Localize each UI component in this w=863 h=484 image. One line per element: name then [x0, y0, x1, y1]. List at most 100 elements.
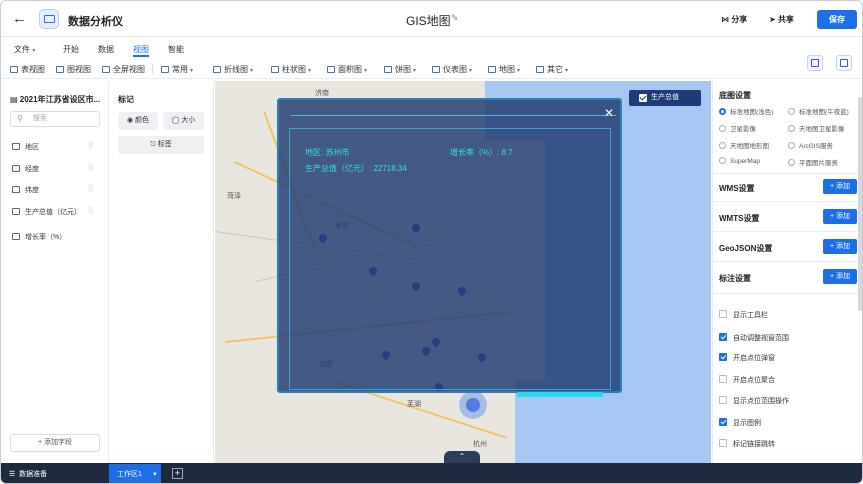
gauge-chart-button[interactable]: 仪表图 ▾: [432, 64, 472, 75]
option-show-toolbar[interactable]: 显示工具栏: [719, 310, 768, 320]
popup-growth-rate: 增长率（%）: 8.7: [450, 148, 513, 157]
size-icon: ◯: [171, 117, 182, 124]
close-icon[interactable]: ✕: [604, 106, 614, 120]
dataset-title[interactable]: ▤ 2021年江苏省设区市...: [10, 94, 100, 105]
option-range-action[interactable]: 显示点位范围操作: [719, 396, 789, 406]
option-auto-fit[interactable]: 自动调整视窗范围: [719, 333, 789, 343]
table-icon: [10, 66, 18, 73]
wms-add-button[interactable]: + 添加: [823, 179, 857, 194]
field-search-input[interactable]: 搜索: [10, 111, 100, 127]
divider: [712, 231, 860, 232]
popup-divider: [291, 115, 616, 116]
basemap-option[interactable]: 天地图卫星影像: [788, 123, 845, 133]
basemap-option[interactable]: 标准地图(午夜蓝): [788, 106, 849, 116]
marker-settings-title: 标注设置: [719, 274, 751, 283]
pie-chart-button[interactable]: 饼图 ▾: [384, 64, 416, 75]
basemap-option[interactable]: 标准地图(浅色): [719, 106, 773, 116]
basemap-option[interactable]: SuperMap: [719, 157, 760, 165]
basemap-settings-title: 底图设置: [719, 91, 751, 100]
data-prep-tab[interactable]: ☰ 数据准备: [9, 469, 47, 479]
left-panel-toggle-icon[interactable]: [807, 55, 823, 71]
geojson-settings-title: GeoJSON设置: [719, 244, 773, 253]
option-link-jump[interactable]: 标记链接跳转: [719, 439, 775, 449]
bar-chart-icon: ░: [88, 142, 93, 149]
bar-chart-icon: ░: [88, 185, 93, 192]
menu-smart[interactable]: 智能: [168, 44, 184, 55]
marks-title: 标记: [118, 95, 134, 104]
mark-color-button[interactable]: ◉ 颜色: [118, 112, 158, 130]
app-window: ← 数据分析仪 GIS地图 ✎ ⋈ 分享 ➤ 共享 保存 文件 ▾ 开始 数据 …: [0, 0, 863, 484]
save-button[interactable]: 保存: [817, 10, 857, 29]
menu-active-indicator: [133, 55, 149, 57]
menu-file[interactable]: 文件 ▾: [14, 44, 35, 55]
chart-view-button[interactable]: 图视图: [56, 64, 91, 75]
basemap-option[interactable]: ArcGIS服务: [788, 140, 833, 150]
city-label: 杭州: [473, 441, 487, 448]
field-region[interactable]: 地区: [12, 142, 39, 152]
table-view-button[interactable]: 表视图: [10, 64, 45, 75]
add-field-button[interactable]: + 添加字段: [10, 434, 100, 452]
palette-icon: ◉: [126, 117, 136, 124]
field-latitude[interactable]: 纬度: [12, 185, 39, 195]
basemap-option[interactable]: 平面图片服务: [788, 157, 838, 167]
option-show-legend[interactable]: 显示图例: [719, 418, 761, 428]
right-panel-toggle-icon[interactable]: [836, 55, 852, 71]
map-legend-toggle[interactable]: 生产总值: [629, 90, 701, 106]
chart-icon: [56, 66, 64, 73]
legend-checkbox-icon: [639, 94, 647, 102]
bar-chart-button[interactable]: 柱状图 ▾: [271, 64, 311, 75]
wms-settings-title: WMS设置: [719, 184, 755, 193]
fullscreen-view-button[interactable]: 全屏视图: [102, 64, 145, 75]
marker-cluster[interactable]: [459, 391, 487, 419]
marker-add-button[interactable]: + 添加: [823, 269, 857, 284]
expand-up-icon[interactable]: ⌃: [444, 451, 480, 463]
pie-chart-icon: [384, 66, 392, 73]
divider: [712, 261, 860, 262]
menu-bar: 文件 ▾ 开始 数据 视图 智能: [1, 38, 862, 58]
basemap-option[interactable]: 天地图地形图: [719, 140, 769, 150]
mark-label-button[interactable]: ⎋ 标签: [118, 136, 204, 154]
mark-size-button[interactable]: ◯ 大小: [163, 112, 204, 130]
area-chart-button[interactable]: 面积图 ▾: [327, 64, 367, 75]
bar-chart-icon: ░: [88, 207, 93, 214]
map-chart-button[interactable]: 地图 ▾: [488, 64, 520, 75]
workspace-tab[interactable]: 工作区1 ▼: [109, 464, 161, 483]
geojson-add-button[interactable]: + 添加: [823, 239, 857, 254]
chevron-down-icon: ▼: [151, 472, 158, 478]
option-point-cluster[interactable]: 开启点位聚合: [719, 375, 775, 385]
tag-icon: ⎋: [150, 141, 158, 148]
field-gdp[interactable]: 生产总值（亿元）: [12, 207, 81, 217]
collab-button[interactable]: ➤ 共享: [769, 14, 794, 25]
data-panel: [1, 81, 109, 463]
add-workspace-icon[interactable]: +: [172, 468, 183, 479]
back-arrow-icon[interactable]: ←: [12, 10, 27, 27]
menu-start[interactable]: 开始: [63, 44, 79, 55]
other-chart-button[interactable]: 其它 ▾: [536, 64, 568, 75]
share-label: 分享: [731, 15, 748, 24]
wmts-settings-title: WMTS设置: [719, 214, 760, 223]
share-icon: ⋈: [721, 15, 732, 24]
option-point-popup[interactable]: 开启点位弹窗: [719, 353, 775, 363]
line-chart-button[interactable]: 折线图 ▾: [213, 64, 253, 75]
scrollbar[interactable]: [858, 97, 862, 311]
popup-gdp: 生产总值（亿元）: 22718.34: [305, 164, 407, 173]
basemap-option[interactable]: 卫星影像: [719, 123, 756, 133]
bar-chart-icon: ░: [88, 164, 93, 171]
edit-title-icon[interactable]: ✎: [451, 13, 459, 24]
share-button[interactable]: ⋈ 分享: [721, 14, 747, 25]
field-longitude[interactable]: 经度: [12, 164, 39, 174]
gauge-icon: [432, 66, 440, 73]
fullscreen-icon: [102, 66, 110, 73]
popup-region: 地区: 苏州市: [305, 148, 350, 157]
menu-view[interactable]: 视图: [133, 44, 149, 55]
other-icon: [536, 66, 544, 73]
divider: [712, 201, 860, 202]
common-chart-button[interactable]: 常用 ▾: [161, 64, 193, 75]
menu-data[interactable]: 数据: [98, 44, 114, 55]
wmts-add-button[interactable]: + 添加: [823, 209, 857, 224]
area-chart-icon: [327, 66, 335, 73]
search-icon: ⚲: [17, 114, 23, 123]
city-label: 菏泽: [227, 193, 241, 200]
toolbar: 表视图 图视图 全屏视图 常用 ▾ 折线图 ▾ 柱状图 ▾ 面积图 ▾ 饼图 ▾ 仪表图 ▾…: [1, 58, 862, 79]
field-growth-rate[interactable]: 增长率（%）: [12, 232, 66, 242]
